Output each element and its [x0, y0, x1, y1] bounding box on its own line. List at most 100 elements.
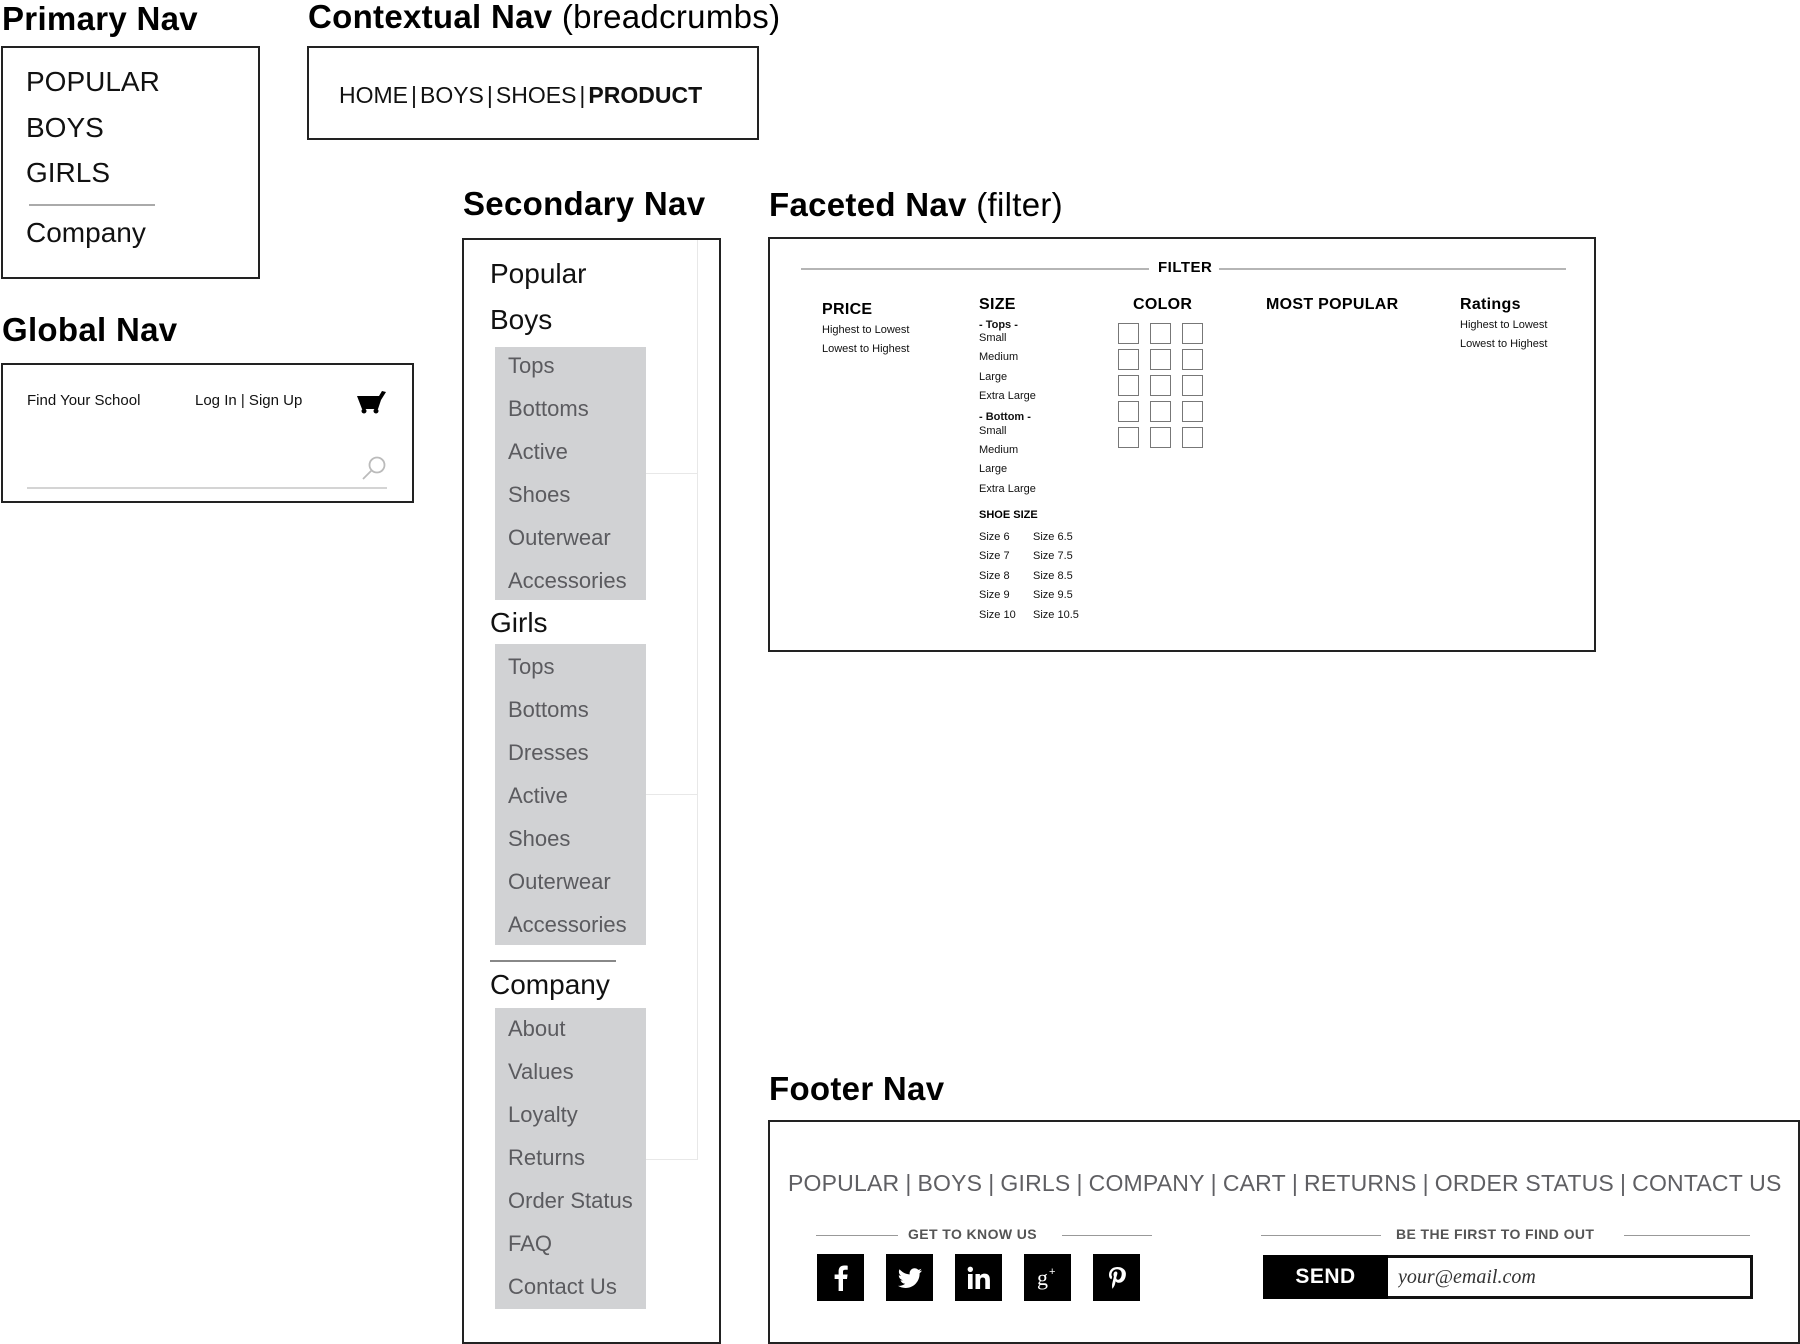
cart-icon[interactable]	[357, 390, 387, 414]
guide-line	[646, 1159, 698, 1160]
primary-nav-item-girls[interactable]: GIRLS	[26, 159, 110, 187]
primary-nav-item-boys[interactable]: BOYS	[26, 114, 104, 142]
size-option[interactable]: Medium	[979, 351, 1018, 363]
send-button[interactable]: SEND	[1263, 1255, 1388, 1299]
shoe-size-option[interactable]: Size 6	[979, 531, 1010, 543]
price-option[interactable]: Lowest to Highest	[822, 343, 909, 355]
shoe-size-option[interactable]: Size 10.5	[1033, 609, 1079, 621]
girls-submenu-item[interactable]: Shoes	[508, 828, 570, 850]
footer-link-returns[interactable]: RETURNS	[1304, 1170, 1417, 1196]
shoe-size-option[interactable]: Size 8.5	[1033, 570, 1073, 582]
company-submenu-item[interactable]: FAQ	[508, 1233, 552, 1255]
facebook-button[interactable]	[817, 1254, 864, 1301]
pinterest-button[interactable]	[1093, 1254, 1140, 1301]
color-swatch[interactable]	[1182, 375, 1203, 396]
color-swatch[interactable]	[1182, 349, 1203, 370]
size-option[interactable]: Extra Large	[979, 390, 1036, 402]
primary-nav-item-popular[interactable]: POPULAR	[26, 68, 160, 96]
search-icon[interactable]	[361, 455, 387, 481]
size-option[interactable]: Extra Large	[979, 483, 1036, 495]
boys-submenu-item[interactable]: Active	[508, 441, 568, 463]
secondary-nav-boys[interactable]: Boys	[490, 306, 552, 334]
footer-link-girls[interactable]: GIRLS	[1000, 1170, 1070, 1196]
girls-submenu-item[interactable]: Tops	[508, 656, 554, 678]
size-option[interactable]: Large	[979, 463, 1007, 475]
shoe-size-option[interactable]: Size 9.5	[1033, 589, 1073, 601]
breadcrumb-home[interactable]: HOME	[339, 82, 408, 108]
color-swatch[interactable]	[1182, 427, 1203, 448]
footer-link-company[interactable]: COMPANY	[1089, 1170, 1205, 1196]
company-submenu-item[interactable]: About	[508, 1018, 566, 1040]
footer-link-order-status[interactable]: ORDER STATUS	[1435, 1170, 1614, 1196]
boys-submenu-item[interactable]: Outerwear	[508, 527, 611, 549]
shoe-size-option[interactable]: Size 8	[979, 570, 1010, 582]
shoe-size-option[interactable]: Size 10	[979, 609, 1016, 621]
shoe-size-option[interactable]: Size 9	[979, 589, 1010, 601]
boys-submenu-item[interactable]: Shoes	[508, 484, 570, 506]
login-signup-link[interactable]: Log In | Sign Up	[195, 392, 302, 409]
color-swatch[interactable]	[1118, 401, 1139, 422]
filter-rule-left	[801, 268, 1149, 270]
girls-submenu-item[interactable]: Outerwear	[508, 871, 611, 893]
ratings-option[interactable]: Lowest to Highest	[1460, 338, 1547, 350]
color-swatch[interactable]	[1118, 375, 1139, 396]
breadcrumb-box: HOME | BOYS | SHOES | PRODUCT	[307, 46, 759, 140]
color-swatch[interactable]	[1118, 427, 1139, 448]
girls-submenu-item[interactable]: Accessories	[508, 914, 627, 936]
company-submenu-item[interactable]: Values	[508, 1061, 574, 1083]
girls-submenu-item[interactable]: Dresses	[508, 742, 589, 764]
color-swatch[interactable]	[1118, 323, 1139, 344]
boys-submenu-item[interactable]: Accessories	[508, 570, 627, 592]
size-option[interactable]: Small	[979, 332, 1007, 344]
shoe-size-option[interactable]: Size 7	[979, 550, 1010, 562]
color-swatch[interactable]	[1118, 349, 1139, 370]
footer-link-contact-us[interactable]: CONTACT US	[1632, 1170, 1781, 1196]
company-submenu-item[interactable]: Contact Us	[508, 1276, 617, 1298]
shoe-size-option[interactable]: Size 6.5	[1033, 531, 1073, 543]
footer-link-cart[interactable]: CART	[1223, 1170, 1286, 1196]
breadcrumb-boys[interactable]: BOYS	[420, 82, 484, 108]
company-submenu-item[interactable]: Loyalty	[508, 1104, 578, 1126]
footer-links: POPULAR | BOYS | GIRLS | COMPANY | CART | RETURNS |…	[788, 1170, 1782, 1197]
most-popular-heading[interactable]: MOST POPULAR	[1266, 296, 1399, 314]
company-submenu: About Values Loyalty Returns Order Statu…	[495, 1008, 646, 1309]
contextual-nav-title: Contextual Nav (breadcrumbs)	[308, 0, 780, 33]
linkedin-button[interactable]	[955, 1254, 1002, 1301]
size-option[interactable]: Medium	[979, 444, 1018, 456]
boys-submenu-item[interactable]: Tops	[508, 355, 554, 377]
shoe-size-option[interactable]: Size 7.5	[1033, 550, 1073, 562]
color-swatch[interactable]	[1150, 401, 1171, 422]
company-submenu-item[interactable]: Returns	[508, 1147, 585, 1169]
secondary-nav-popular[interactable]: Popular	[490, 260, 587, 288]
ratings-option[interactable]: Highest to Lowest	[1460, 319, 1547, 331]
footer-separator: |	[1619, 1170, 1627, 1196]
secondary-nav-girls[interactable]: Girls	[490, 609, 548, 637]
girls-submenu-item[interactable]: Bottoms	[508, 699, 589, 721]
google-plus-button[interactable]: g +	[1024, 1254, 1071, 1301]
twitter-button[interactable]	[886, 1254, 933, 1301]
boys-submenu: Tops Bottoms Active Shoes Outerwear Acce…	[495, 347, 646, 600]
faceted-nav-title-main: Faceted Nav	[769, 186, 967, 223]
color-swatch[interactable]	[1150, 323, 1171, 344]
color-swatch[interactable]	[1150, 375, 1171, 396]
primary-nav-item-company[interactable]: Company	[26, 219, 146, 247]
email-input[interactable]	[1388, 1255, 1753, 1299]
secondary-nav-company[interactable]: Company	[490, 971, 610, 999]
color-swatch[interactable]	[1150, 349, 1171, 370]
breadcrumb-shoes[interactable]: SHOES	[496, 82, 577, 108]
footer-link-boys[interactable]: BOYS	[918, 1170, 983, 1196]
girls-submenu-item[interactable]: Active	[508, 785, 568, 807]
price-option[interactable]: Highest to Lowest	[822, 324, 909, 336]
faceted-nav-title: Faceted Nav (filter)	[769, 188, 1063, 221]
find-school-link[interactable]: Find Your School	[27, 392, 140, 409]
footer-link-popular[interactable]: POPULAR	[788, 1170, 899, 1196]
color-swatch[interactable]	[1182, 323, 1203, 344]
boys-submenu-item[interactable]: Bottoms	[508, 398, 589, 420]
size-option[interactable]: Small	[979, 425, 1007, 437]
search-input[interactable]	[27, 455, 351, 487]
color-swatch[interactable]	[1182, 401, 1203, 422]
get-to-know-label: GET TO KNOW US	[908, 1226, 1038, 1242]
size-option[interactable]: Large	[979, 371, 1007, 383]
color-swatch[interactable]	[1150, 427, 1171, 448]
company-submenu-item[interactable]: Order Status	[508, 1190, 633, 1212]
